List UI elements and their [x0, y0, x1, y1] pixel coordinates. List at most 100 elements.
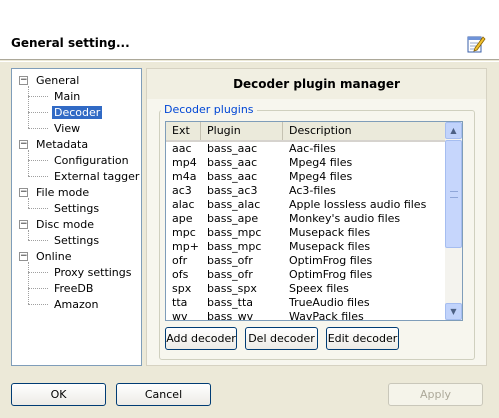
tree-connector	[28, 112, 48, 113]
cell-ext: mp4	[172, 156, 197, 169]
tree-item-label: Proxy settings	[54, 266, 132, 279]
settings-tree[interactable]: General − Main Decoder View Metadata − Configur…	[11, 68, 142, 366]
add-decoder-button[interactable]: Add decoder	[165, 327, 237, 350]
list-row[interactable]: ac3 bass_ac3 Ac3-files	[166, 184, 445, 198]
tree-leaf[interactable]: External tagger	[52, 169, 141, 184]
collapse-icon[interactable]: −	[19, 188, 28, 197]
ok-button[interactable]: OK	[11, 383, 106, 406]
tree-node[interactable]: File mode	[34, 185, 91, 200]
list-row[interactable]: ofs bass_ofr OptimFrog files	[166, 268, 445, 282]
tree-connector	[28, 176, 48, 177]
tree-node[interactable]: Online	[34, 249, 73, 264]
tree-item-label: Decoder	[52, 106, 103, 119]
cell-ext: alac	[172, 198, 195, 211]
tree-item-label: General	[36, 74, 80, 87]
cell-description: Mpeg4 files	[289, 156, 353, 169]
tree-connector	[28, 262, 29, 304]
tree-leaf[interactable]: Configuration	[52, 153, 131, 168]
collapse-icon[interactable]: −	[19, 220, 28, 229]
cell-plugin: bass_ape	[207, 212, 259, 225]
tree-connector	[28, 230, 29, 240]
list-row[interactable]: mpc bass_mpc Musepack files	[166, 226, 445, 240]
list-row[interactable]: tta bass_tta TrueAudio files	[166, 296, 445, 310]
column-header-ext[interactable]: Ext	[166, 122, 201, 140]
tree-item-label: Settings	[54, 202, 100, 215]
list-row[interactable]: ofr bass_ofr OptimFrog files	[166, 254, 445, 268]
cell-plugin: bass_alac	[207, 198, 261, 211]
cell-ext: ape	[172, 212, 193, 225]
list-rows: aac bass_aac Aac-files mp4 bass_aac Mpeg4 fil…	[166, 142, 445, 321]
scroll-up-button[interactable]: ▲	[445, 122, 462, 139]
tree-leaf[interactable]: Proxy settings	[52, 265, 134, 280]
cell-description: OptimFrog files	[289, 268, 373, 281]
cell-plugin: bass_aac	[207, 142, 258, 155]
apply-button[interactable]: Apply	[388, 383, 483, 406]
cell-plugin: bass_mpc	[207, 240, 262, 253]
tree-item-label: File mode	[36, 186, 90, 199]
dialog-title: General setting...	[11, 36, 130, 50]
list-row[interactable]: aac bass_aac Aac-files	[166, 142, 445, 156]
cell-ext: ofr	[172, 254, 188, 267]
tree-leaf[interactable]: View	[52, 121, 82, 136]
tree-leaf[interactable]: Settings	[52, 233, 101, 248]
tree-connector	[28, 288, 48, 289]
collapse-icon[interactable]: −	[19, 76, 28, 85]
cell-description: Musepack files	[289, 240, 371, 253]
cell-ext: tta	[172, 296, 188, 309]
list-row[interactable]: wv bass_wv WavPack files	[166, 310, 445, 321]
tree-connector	[28, 96, 48, 97]
collapse-icon[interactable]: −	[19, 140, 28, 149]
tree-connector	[28, 240, 48, 241]
tree-item-label: Metadata	[36, 138, 89, 151]
tree-item-label: View	[54, 122, 81, 135]
tree-connector	[28, 128, 48, 129]
list-header: Ext Plugin Description	[166, 122, 445, 142]
panel-title: Decoder plugin manager	[147, 69, 486, 99]
header-separator	[0, 61, 499, 62]
tree-item-label: FreeDB	[54, 282, 94, 295]
cell-ext: spx	[172, 282, 192, 295]
list-row[interactable]: m4a bass_aac Mpeg4 files	[166, 170, 445, 184]
column-header-plugin[interactable]: Plugin	[201, 122, 283, 140]
cancel-button[interactable]: Cancel	[116, 383, 211, 406]
cell-ext: ofs	[172, 268, 189, 281]
cell-description: WavPack files	[289, 310, 364, 321]
cell-plugin: bass_ofr	[207, 268, 253, 281]
del-decoder-button[interactable]: Del decoder	[245, 327, 318, 350]
tree-item-label: Settings	[54, 234, 100, 247]
tree-connector	[28, 272, 48, 273]
decoder-panel: Decoder plugin manager Decoder plugins E…	[146, 68, 487, 366]
cell-description: Monkey's audio files	[289, 212, 401, 225]
group-title: Decoder plugins	[161, 103, 257, 116]
tree-connector	[28, 150, 29, 176]
list-scrollbar[interactable]: ▲ ▼	[445, 122, 462, 320]
tree-leaf[interactable]: Decoder	[52, 105, 103, 120]
edit-decoder-button[interactable]: Edit decoder	[326, 327, 399, 350]
tree-leaf[interactable]: Main	[52, 89, 82, 104]
cell-ext: m4a	[172, 170, 197, 183]
tree-node[interactable]: Metadata	[34, 137, 90, 152]
grip-icon	[450, 191, 458, 198]
tree-connector	[28, 160, 48, 161]
list-row[interactable]: spx bass_spx Speex files	[166, 282, 445, 296]
list-row[interactable]: alac bass_alac Apple lossless audio files	[166, 198, 445, 212]
decoder-list[interactable]: Ext Plugin Description aac bass_aac Aac-fi…	[165, 121, 463, 321]
cell-ext: aac	[172, 142, 192, 155]
tree-node[interactable]: Disc mode	[34, 217, 96, 232]
tree-connector	[28, 304, 48, 305]
list-row[interactable]: mp4 bass_aac Mpeg4 files	[166, 156, 445, 170]
cell-description: Mpeg4 files	[289, 170, 353, 183]
cell-plugin: bass_tta	[207, 296, 254, 309]
list-row[interactable]: mp+ bass_mpc Musepack files	[166, 240, 445, 254]
tree-node[interactable]: General	[34, 73, 81, 88]
tree-leaf[interactable]: Settings	[52, 201, 101, 216]
collapse-icon[interactable]: −	[19, 252, 28, 261]
tree-leaf[interactable]: Amazon	[52, 297, 100, 312]
tree-leaf[interactable]: FreeDB	[52, 281, 95, 296]
cell-plugin: bass_ac3	[207, 184, 258, 197]
column-header-description[interactable]: Description	[283, 122, 445, 140]
cell-description: Speex files	[289, 282, 349, 295]
list-row[interactable]: ape bass_ape Monkey's audio files	[166, 212, 445, 226]
scroll-down-button[interactable]: ▼	[445, 303, 462, 320]
scroll-thumb[interactable]	[445, 140, 462, 248]
